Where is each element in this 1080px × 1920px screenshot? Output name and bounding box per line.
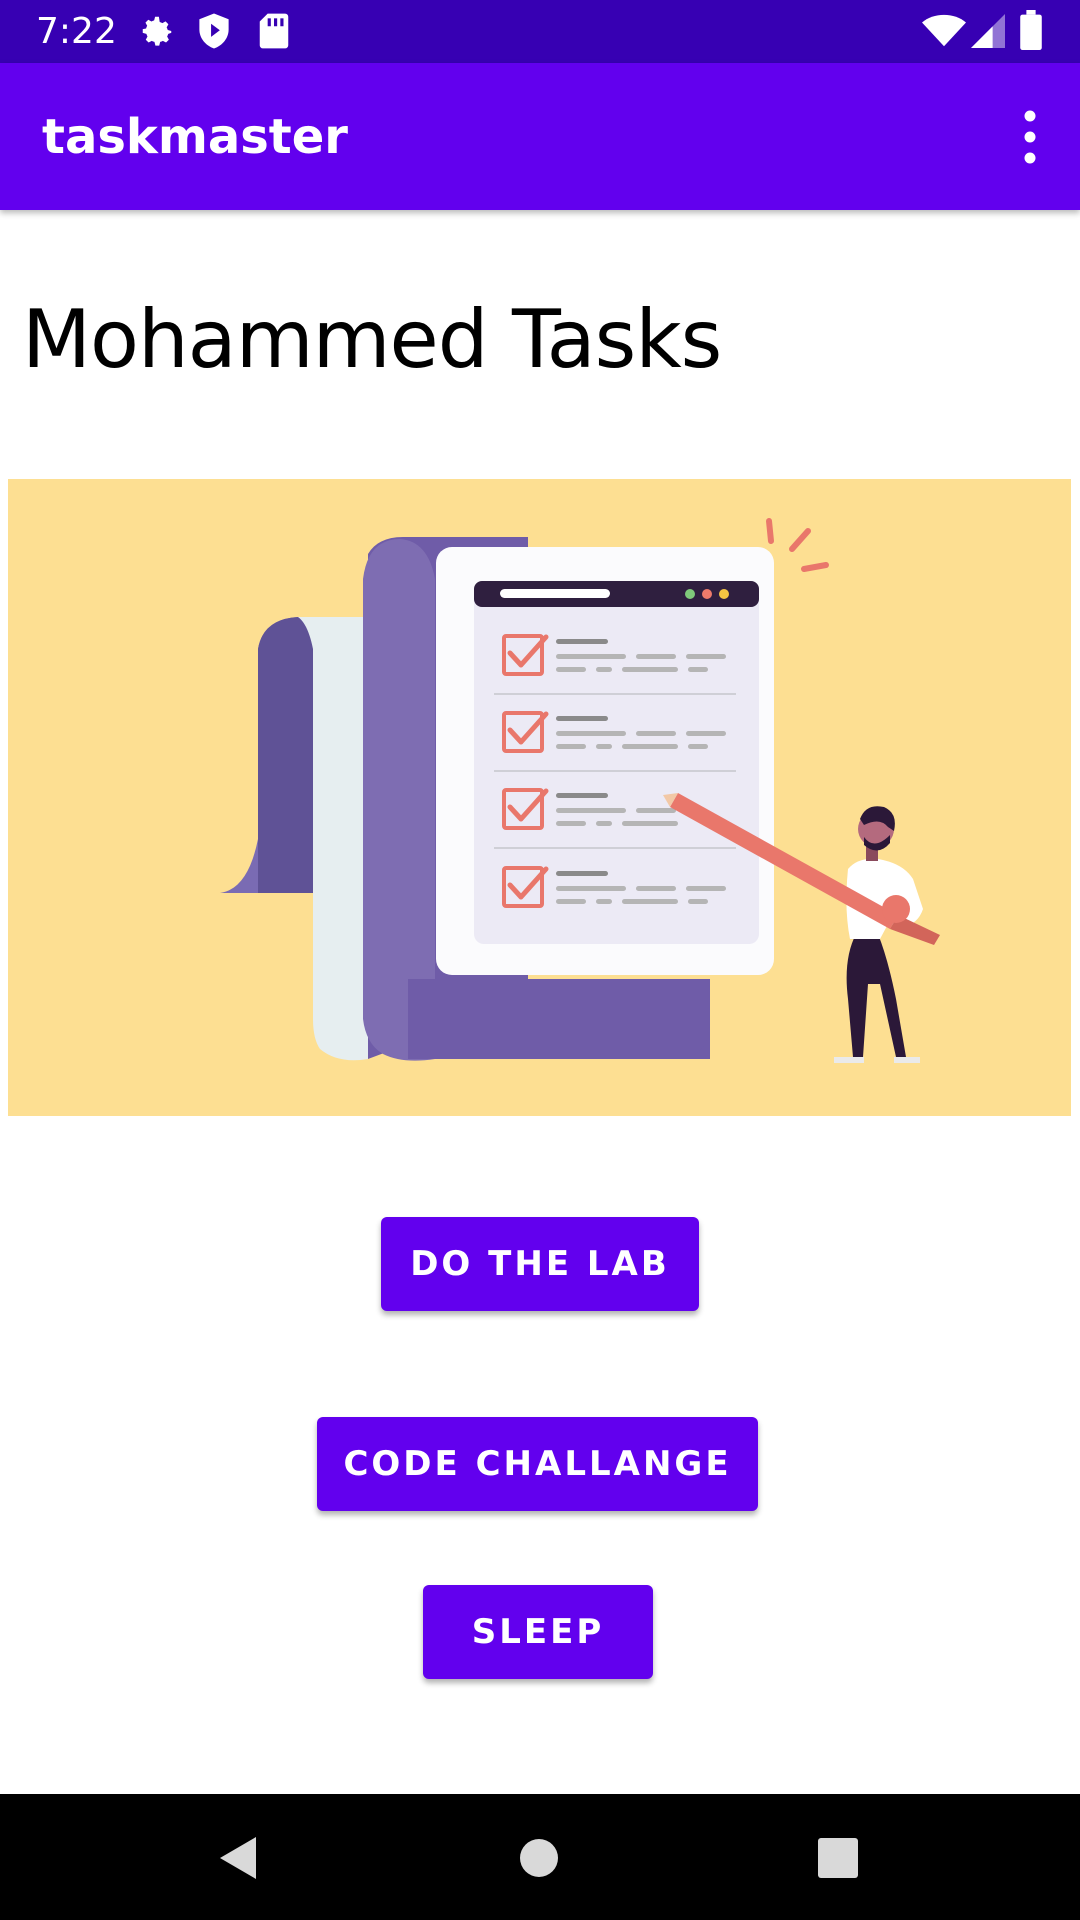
code-challange-button[interactable]: CODE CHALLANGE [317, 1417, 758, 1511]
page-title: Mohammed Tasks [22, 293, 722, 386]
home-icon[interactable] [519, 1838, 559, 1882]
status-time: 7:22 [36, 11, 117, 52]
app-bar: taskmaster [0, 63, 1080, 210]
overflow-menu-icon[interactable] [1010, 108, 1050, 166]
task-checklist-illustration [8, 479, 1071, 1116]
sd-card-icon [258, 12, 290, 54]
do-the-lab-button[interactable]: DO THE LAB [381, 1217, 699, 1311]
back-icon[interactable] [218, 1835, 258, 1885]
gear-icon [138, 12, 176, 54]
cell-signal-icon [970, 14, 1006, 52]
status-bar: 7:22 [0, 0, 1080, 63]
sleep-button[interactable]: SLEEP [423, 1585, 653, 1679]
shield-icon [196, 12, 232, 54]
wifi-icon [922, 14, 966, 52]
recents-icon[interactable] [818, 1838, 858, 1882]
battery-icon [1020, 10, 1042, 54]
app-title: taskmaster [42, 109, 348, 165]
navigation-bar [0, 1794, 1080, 1920]
